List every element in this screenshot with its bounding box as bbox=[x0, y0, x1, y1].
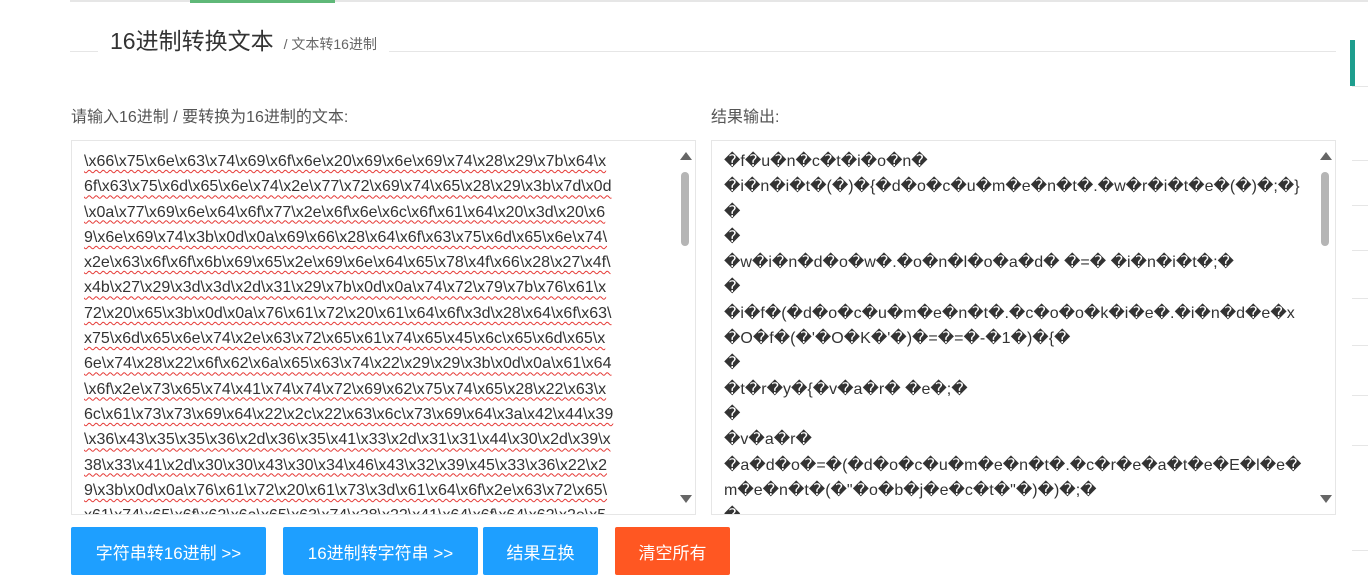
input-line: 38\x33\x41\x2d\x30\x30\x43\x30\x34\x46\x… bbox=[84, 456, 608, 474]
input-line: \x66\x75\x6e\x63\x74\x69\x6f\x6e\x20\x69… bbox=[84, 153, 607, 170]
input-line: 6c\x61\x73\x73\x69\x64\x22\x2c\x22\x63\x… bbox=[84, 405, 614, 423]
output-textarea[interactable]: �f�u�n�c�t�i�o�n� �i�n�i�t�(�)�{�d�o�c�u… bbox=[711, 140, 1336, 515]
sidebar-divider bbox=[1352, 345, 1368, 346]
sidebar-divider bbox=[1352, 160, 1368, 161]
sidebar-divider bbox=[1352, 250, 1368, 251]
scroll-down-arrow-icon[interactable] bbox=[680, 495, 692, 503]
input-line: \x36\x43\x35\x35\x36\x2d\x36\x35\x41\x33… bbox=[84, 431, 611, 449]
title-group: 16进制转换文本 / 文本转16进制 bbox=[98, 22, 389, 56]
page-title: 16进制转换文本 bbox=[110, 28, 274, 54]
input-line: 9\x6e\x69\x74\x3b\x0d\x0a\x69\x66\x28\x6… bbox=[84, 228, 608, 246]
sidebar-divider bbox=[1352, 445, 1368, 446]
input-line: \x0a\x77\x69\x6e\x64\x6f\x77\x2e\x6f\x6e… bbox=[84, 203, 606, 221]
input-text[interactable]: \x66\x75\x6e\x63\x74\x69\x6f\x6e\x20\x69… bbox=[84, 149, 663, 514]
sidebar-divider bbox=[1352, 86, 1368, 87]
input-line: 6f\x63\x75\x6d\x65\x6e\x74\x2e\x77\x72\x… bbox=[84, 178, 612, 196]
string-to-hex-button[interactable]: 字符串转16进制 >> bbox=[71, 527, 266, 575]
swap-results-button[interactable]: 结果互换 bbox=[483, 527, 598, 575]
input-line: x75\x6d\x65\x6e\x74\x2e\x63\x72\x65\x61\… bbox=[84, 330, 606, 348]
scroll-up-arrow-icon[interactable] bbox=[1320, 152, 1332, 160]
output-label: 结果输出: bbox=[711, 109, 780, 126]
page-header: 16进制转换文本 / 文本转16进制 bbox=[70, 22, 1336, 56]
input-label: 请输入16进制 / 要转换为16进制的文本: bbox=[71, 109, 349, 126]
input-line: x2e\x63\x6f\x6f\x6b\x69\x65\x2e\x69\x6e\… bbox=[84, 254, 611, 272]
sidebar-active-marker bbox=[1350, 40, 1355, 86]
sidebar-divider bbox=[1352, 550, 1368, 551]
scroll-down-arrow-icon[interactable] bbox=[1320, 495, 1332, 503]
input-line: 72\x20\x65\x3b\x0d\x0a\x76\x61\x72\x20\x… bbox=[84, 304, 612, 322]
sidebar-divider bbox=[1352, 395, 1368, 396]
page-subtitle: / 文本转16进制 bbox=[283, 36, 377, 52]
scroll-thumb[interactable] bbox=[1321, 172, 1329, 246]
scroll-up-arrow-icon[interactable] bbox=[680, 152, 692, 160]
input-line: 9\x3b\x0d\x0a\x76\x61\x72\x20\x61\x73\x3… bbox=[84, 481, 608, 499]
hex-to-string-button[interactable]: 16进制转字符串 >> bbox=[283, 527, 478, 575]
sidebar-divider bbox=[1352, 298, 1368, 299]
input-textarea[interactable]: \x66\x75\x6e\x63\x74\x69\x6f\x6e\x20\x69… bbox=[71, 140, 696, 515]
input-line: 6e\x74\x28\x22\x6f\x62\x6a\x65\x63\x74\x… bbox=[84, 355, 612, 373]
active-tab-indicator bbox=[190, 0, 335, 3]
output-scrollbar[interactable] bbox=[1318, 149, 1332, 506]
sidebar-divider bbox=[1352, 205, 1368, 206]
input-line: x4b\x27\x29\x3d\x3d\x2d\x31\x29\x7b\x0d\… bbox=[84, 279, 607, 297]
clear-all-button[interactable]: 清空所有 bbox=[615, 527, 730, 575]
input-line: \x6f\x2e\x73\x65\x74\x41\x74\x74\x72\x69… bbox=[84, 380, 607, 398]
output-text[interactable]: �f�u�n�c�t�i�o�n� �i�n�i�t�(�)�{�d�o�c�u… bbox=[724, 149, 1303, 514]
input-scrollbar[interactable] bbox=[678, 149, 692, 506]
input-line: x61\x74\x65\x6f\x62\x6a\x65\x63\x74\x28\… bbox=[84, 503, 663, 514]
scroll-thumb[interactable] bbox=[681, 172, 689, 246]
